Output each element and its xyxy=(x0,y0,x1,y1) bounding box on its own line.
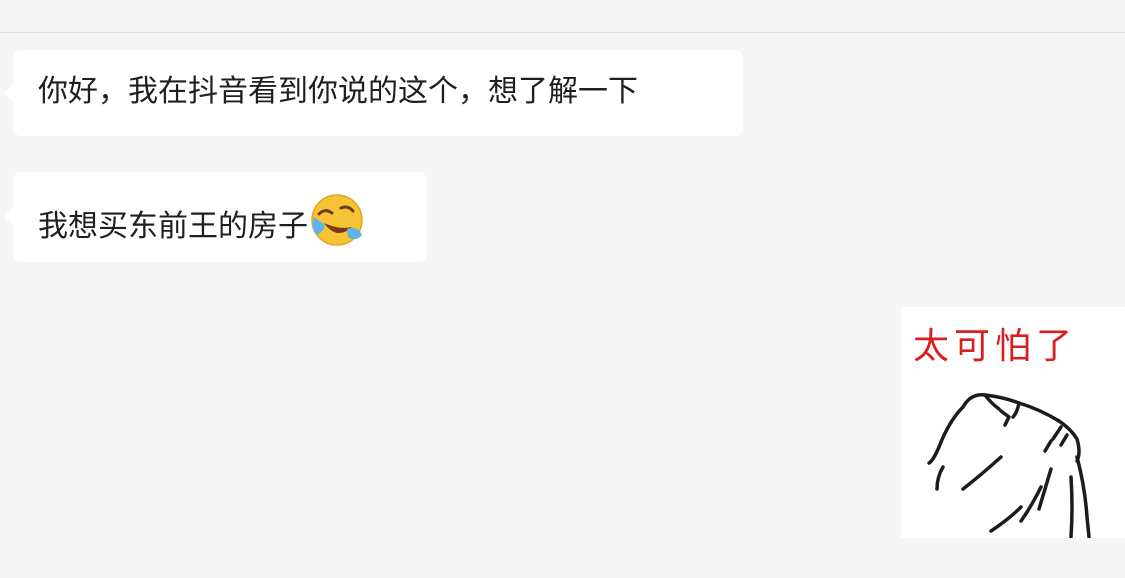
sticker-message[interactable]: 太可怕了 xyxy=(901,307,1125,538)
divider xyxy=(0,32,1125,33)
chat-window: 你好，我在抖音看到你说的这个，想了解一下 我想买东前王的房子 太可怕了 xyxy=(0,0,1125,578)
hand-covering-face-sketch-icon xyxy=(927,393,1091,538)
message-bubble-incoming[interactable]: 我想买东前王的房子 xyxy=(4,172,427,262)
message-bubble-incoming[interactable]: 你好，我在抖音看到你说的这个，想了解一下 xyxy=(4,50,743,136)
message-text: 你好，我在抖音看到你说的这个，想了解一下 xyxy=(38,74,638,109)
laughing-crying-emoji-icon xyxy=(310,193,364,256)
message-text: 我想买东前王的房子 xyxy=(38,209,308,244)
